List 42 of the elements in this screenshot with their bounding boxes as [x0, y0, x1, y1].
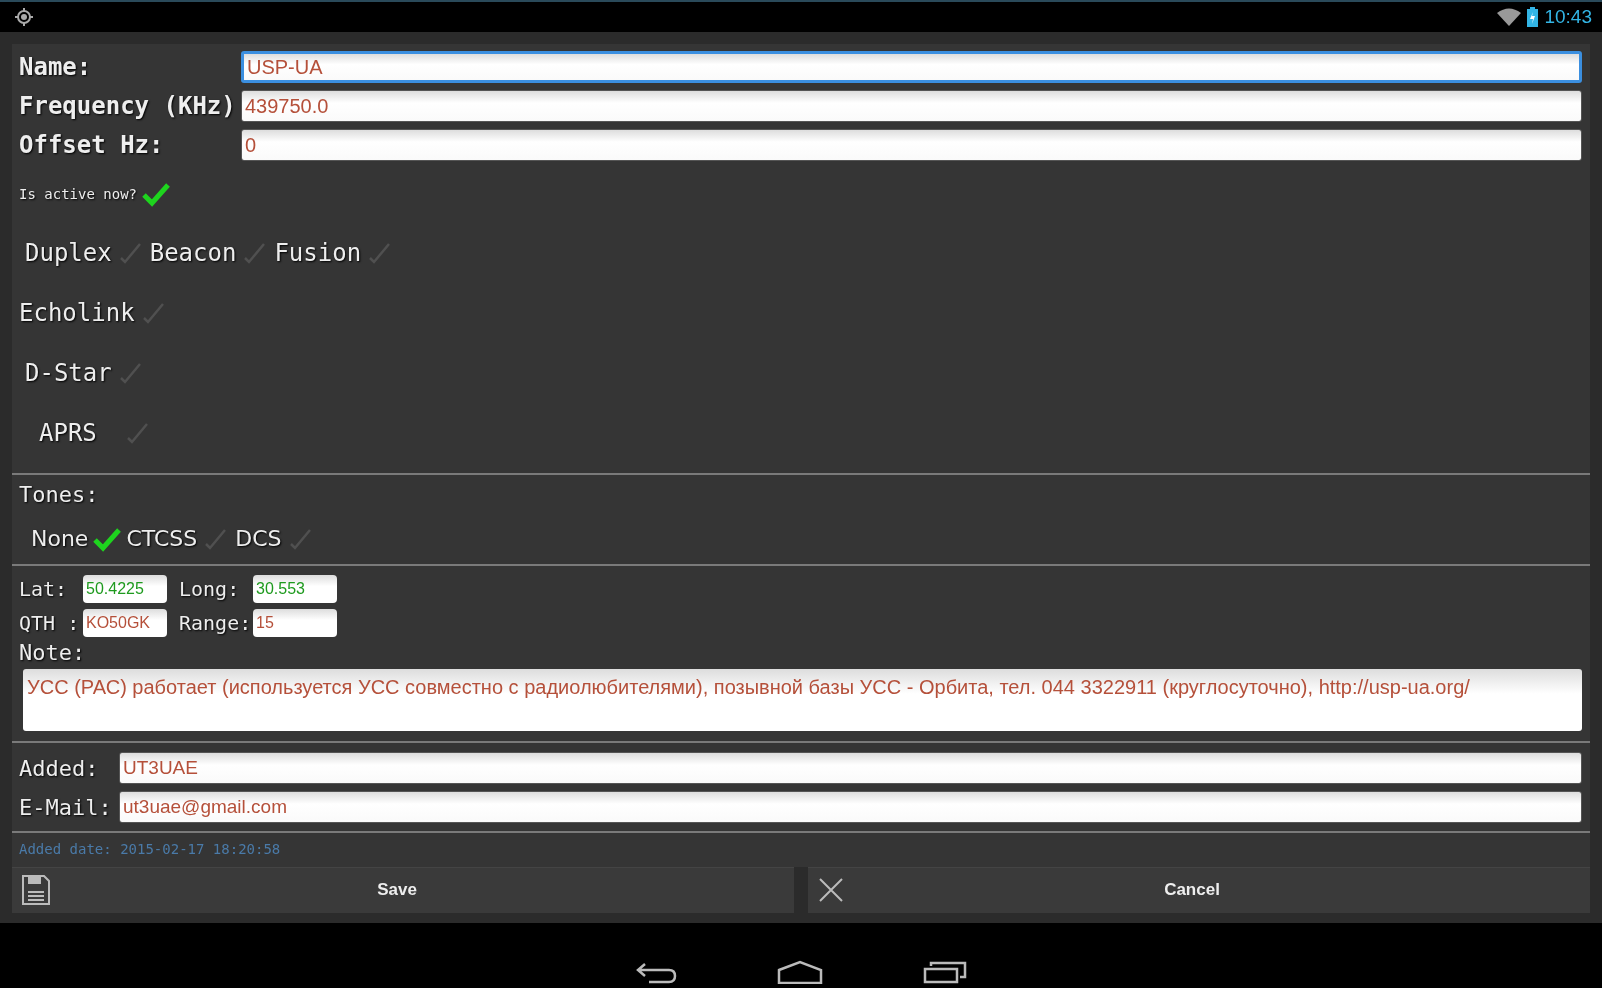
cancel-button[interactable]: Cancel [808, 866, 1590, 913]
home-icon[interactable] [777, 960, 823, 984]
save-button[interactable]: Save [12, 866, 794, 913]
field-label: Added: [19, 755, 100, 781]
input-field[interactable]: 439750.0 [241, 90, 1582, 123]
added-date-text: Added date: 2015-02-17 18:20:58 [19, 839, 282, 859]
checkbox-label: APRS [39, 418, 98, 447]
battery-icon [1527, 6, 1539, 27]
radio-label: DCS [235, 526, 282, 552]
note-label: Note: [19, 639, 87, 665]
note-field[interactable]: УСС (РАС) работает (используется УСС совместно с радиолюбителями), позывной базы УСС - Орбита, тел. 044 3322911 (круглосуточно), http://usp-ua.org/ [23, 668, 1582, 731]
field-label: Lat: [19, 576, 69, 601]
input-field[interactable]: 50.4225 [83, 574, 167, 603]
field-label: E-Mail: [19, 794, 113, 820]
clock-time: 10:43 [1544, 5, 1592, 28]
input-field[interactable]: KO50GK [83, 608, 167, 637]
field-label: Range: [179, 610, 249, 635]
input-field[interactable]: 15 [253, 608, 337, 637]
recent-apps-icon[interactable] [923, 960, 967, 984]
radio-label: CTCSS [126, 526, 198, 552]
input-field[interactable]: ut3uae@gmail.com [119, 791, 1582, 824]
checkbox-label: Duplex [25, 238, 112, 267]
checkbox-label: D-Star [25, 358, 112, 387]
checkbox-label: Echolink [19, 298, 135, 327]
input-field[interactable]: 0 [241, 129, 1582, 162]
wifi-icon [1497, 7, 1522, 26]
field-label: QTH : [19, 610, 79, 635]
field-label: Long: [179, 576, 241, 601]
active-label: Is active now? [19, 185, 137, 202]
field-label: Frequency (KHz) [19, 92, 237, 121]
checkbox-label: Beacon [149, 238, 237, 267]
input-field[interactable]: USP-UA [241, 51, 1582, 84]
back-icon[interactable] [635, 960, 677, 984]
field-label: Offset Hz: [19, 131, 165, 160]
input-field[interactable]: 30.553 [253, 574, 337, 603]
field-label: Name: [19, 53, 93, 82]
checkbox-label: Fusion [274, 238, 362, 267]
tones-label: Tones: [19, 481, 99, 507]
location-icon [14, 6, 34, 27]
input-field[interactable]: UT3UAE [119, 752, 1582, 785]
radio-label: None [31, 526, 89, 552]
close-icon [818, 877, 844, 904]
